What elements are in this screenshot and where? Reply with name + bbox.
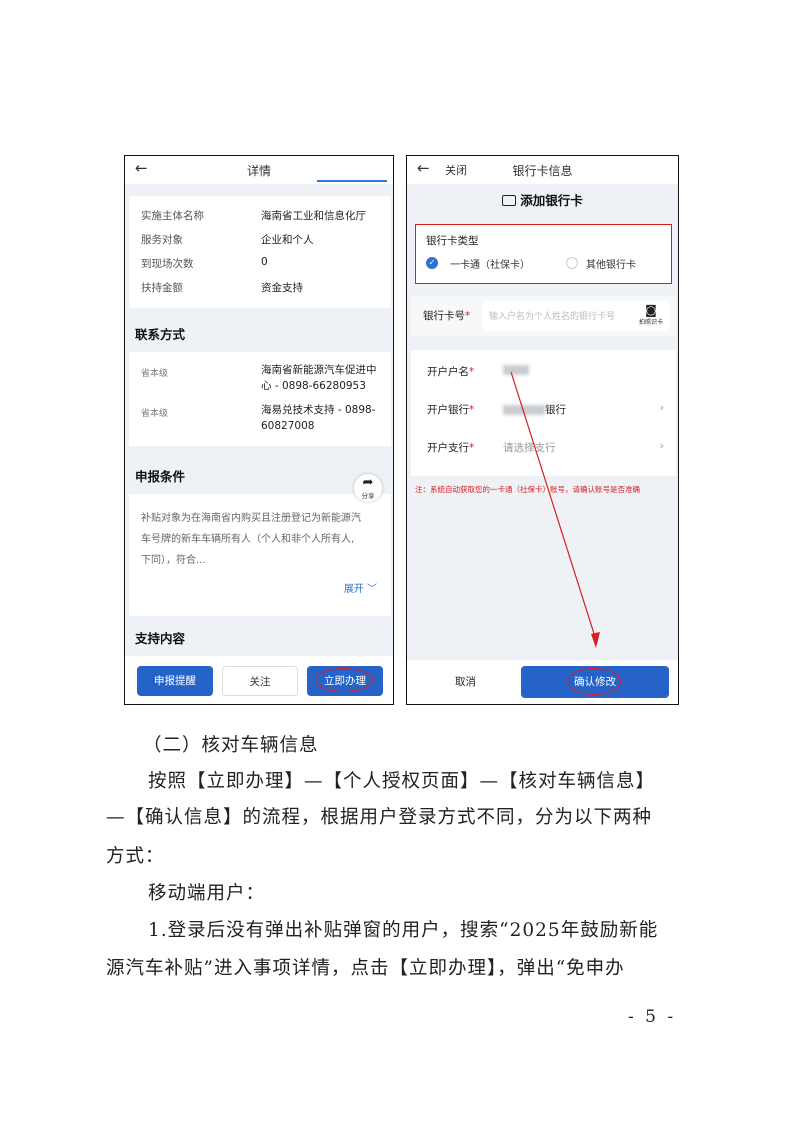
bank-suffix: 银行 (545, 404, 566, 416)
info-value: 海南省工业和信息化厅 (261, 210, 366, 222)
annotation-ellipse (315, 668, 373, 692)
share-label: 分享 (361, 492, 375, 500)
contact-line: 60827008 (261, 420, 315, 432)
contact-level: 省本级 (141, 409, 169, 419)
info-card: 实施主体名称 海南省工业和信息化厅 服务对象 企业和个人 到现场次数 0 扶持金… (129, 196, 391, 308)
contact-info: 海易兑技术支持 - 0898- 60827008 (261, 402, 383, 434)
paragraph-line: 源汽车补贴”进入事项详情，点击【立即办理】，弹出“免申办 (106, 958, 625, 979)
info-key: 实施主体名称 (141, 210, 204, 222)
card-number-input[interactable]: 输入户名为个人姓名的银行卡号 ◙ 拍照识卡 (483, 301, 669, 331)
bank-card-screenshot: ← 关闭 银行卡信息 添加银行卡 银行卡类型 ✓ 一卡通（社保卡） 其他银行卡 … (406, 155, 679, 705)
account-card: 开户户名* 开户银行* 银行 › 开户支行* 请选择支行 › (411, 350, 676, 476)
branch-row[interactable]: 开户支行* 请选择支行 › (411, 428, 676, 466)
account-note: 注：系统自动获取您的一卡通（社保卡）账号，请确认账号是否准确 (415, 485, 640, 494)
contact-line: 海易兑技术支持 - 0898- (261, 404, 376, 416)
card-type-selector: 银行卡类型 ✓ 一卡通（社保卡） 其他银行卡 (415, 224, 672, 284)
chevron-right-icon: › (659, 439, 664, 452)
holder-row: 开户户名* (411, 352, 676, 390)
contact-line: 海南省新能源汽车促进中 (261, 364, 377, 376)
redacted-block (503, 365, 529, 375)
camera-label: 拍照识卡 (638, 319, 663, 326)
holder-label: 开户户名* (427, 364, 474, 379)
detail-screenshot: ← 详情 实施主体名称 海南省工业和信息化厅 服务对象 企业和个人 到现场次数 … (124, 155, 394, 705)
contact-section-title: 联系方式 (135, 327, 186, 342)
add-card-label: 添加银行卡 (520, 193, 583, 208)
info-value: 0 (261, 256, 268, 268)
page-number: - 5 - (628, 1007, 677, 1027)
mobile-user-heading: 移动端用户： (148, 883, 266, 904)
share-icon: ➦ (362, 475, 374, 490)
condition-line: 车号牌的新车车辆所有人（个人和非个人所有人, (141, 534, 355, 545)
radio-unchecked-icon[interactable] (566, 257, 578, 269)
follow-button[interactable]: 关注 (222, 666, 298, 696)
cancel-button[interactable]: 取消 (455, 674, 476, 689)
camera-scan-button[interactable]: ◙ 拍照识卡 (639, 303, 663, 326)
option-social-card[interactable]: 一卡通（社保卡） (450, 256, 530, 271)
card-number-text: 银行卡号 (423, 310, 465, 322)
bank-header: ← 关闭 银行卡信息 (407, 156, 678, 184)
bank-title: 银行卡信息 (512, 164, 573, 178)
paragraph-line: —【确认信息】的流程，根据用户登录方式不同，分为以下两种 (106, 807, 653, 828)
card-number-row: 银行卡号* 输入户名为个人姓名的银行卡号 ◙ 拍照识卡 (411, 296, 676, 336)
condition-section-title: 申报条件 (135, 469, 186, 484)
add-card-title: 添加银行卡 (407, 190, 678, 209)
info-value: 资金支持 (261, 282, 303, 294)
required-mark: * (469, 404, 475, 416)
radio-checked-icon[interactable]: ✓ (426, 257, 438, 269)
remind-button[interactable]: 申报提醒 (137, 666, 213, 696)
card-type-label: 银行卡类型 (426, 235, 479, 247)
card-number-label: 银行卡号* (423, 308, 470, 323)
chevron-right-icon: › (659, 401, 664, 414)
option-other-card[interactable]: 其他银行卡 (586, 256, 636, 271)
condition-text: 补贴对象为在海南省内购买且注册登记为新能源汽 车号牌的新车车辆所有人（个人和非个… (141, 508, 385, 571)
camera-icon: ◙ (645, 303, 657, 317)
paragraph-line: 1.登录后没有弹出补贴弹窗的用户，搜索“2025年鼓励新能 (148, 920, 659, 941)
detail-title: 详情 (246, 164, 271, 178)
condition-line: 补贴对象为在海南省内购买且注册登记为新能源汽 (141, 513, 361, 524)
paragraph-line: 按照【立即办理】—【个人授权页面】—【核对车辆信息】 (148, 771, 656, 792)
holder-value-blurred (503, 364, 529, 376)
expand-link[interactable]: 展开 ﹀ (344, 580, 377, 595)
bank-text: 开户银行 (427, 404, 469, 416)
info-key: 服务对象 (141, 234, 183, 246)
info-key: 扶持金额 (141, 282, 183, 294)
info-key: 到现场次数 (141, 258, 194, 270)
holder-text: 开户户名 (427, 366, 469, 378)
condition-card: 补贴对象为在海南省内购买且注册登记为新能源汽 车号牌的新车车辆所有人（个人和非个… (129, 494, 391, 616)
bank-row[interactable]: 开户银行* 银行 › (411, 390, 676, 428)
share-button[interactable]: ➦ 分享 (354, 474, 382, 502)
bank-action-bar: 取消 确认修改 (407, 660, 678, 704)
chevron-down-icon: ﹀ (367, 584, 377, 595)
info-value: 企业和个人 (261, 234, 314, 246)
detail-header: ← 详情 (125, 156, 393, 184)
contact-card: 省本级 海南省新能源汽车促进中 心 - 0898-66280953 省本级 海易… (129, 352, 391, 446)
section-heading: （二）核对车辆信息 (143, 735, 319, 756)
contact-line: 心 - 0898-66280953 (261, 380, 366, 392)
annotation-ellipse (567, 668, 621, 695)
support-section-title: 支持内容 (135, 631, 186, 646)
bank-label: 开户银行* (427, 402, 474, 417)
expand-label: 展开 (343, 584, 364, 595)
required-mark: * (469, 442, 475, 454)
branch-placeholder: 请选择支行 (503, 442, 556, 454)
required-mark: * (469, 366, 475, 378)
bank-value: 银行 (503, 402, 566, 417)
detail-action-bar: 申报提醒 关注 立即办理 (125, 656, 393, 704)
contact-info: 海南省新能源汽车促进中 心 - 0898-66280953 (261, 362, 383, 394)
branch-label: 开户支行* (427, 440, 474, 455)
credit-card-icon (502, 195, 517, 206)
contact-level: 省本级 (141, 369, 169, 379)
paragraph-line: 方式： (106, 846, 165, 867)
condition-line: 下同），符合... (141, 555, 206, 566)
tab-indicator (317, 180, 387, 182)
required-mark: * (465, 310, 471, 322)
branch-text: 开户支行 (427, 442, 469, 454)
redacted-block (503, 405, 545, 415)
card-number-placeholder: 输入户名为个人姓名的银行卡号 (489, 312, 616, 322)
